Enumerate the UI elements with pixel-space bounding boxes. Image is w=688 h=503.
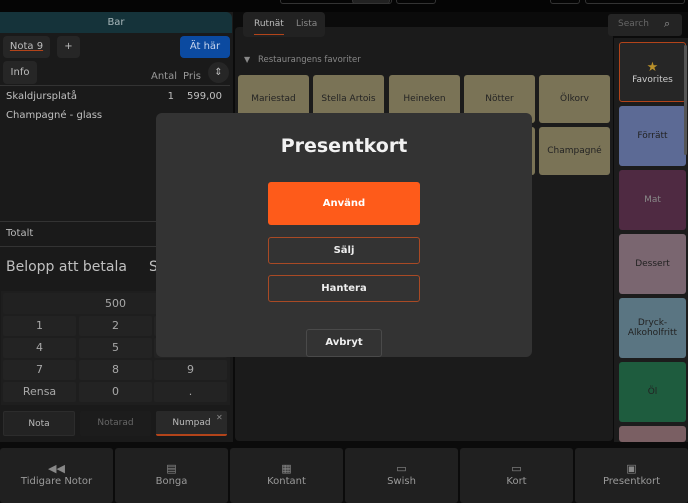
nota-tab[interactable]: Nota 9 — [3, 36, 50, 58]
total-label: Totalt — [6, 228, 34, 239]
receipt-icon: ▤ — [166, 462, 177, 475]
qty-header: Antal — [151, 71, 178, 82]
numpad-key[interactable]: . — [154, 382, 227, 402]
numpad-key[interactable]: 0 — [79, 382, 152, 402]
divider — [0, 85, 230, 86]
bottom-button-presentkort[interactable]: ▣ Presentkort — [575, 448, 688, 503]
item-name: Champagné - glass — [6, 110, 103, 121]
category-ol[interactable]: Öl — [619, 362, 686, 422]
tab-list[interactable]: Lista — [296, 19, 317, 29]
numpad-key[interactable]: Rensa — [3, 382, 76, 402]
bottom-button-label: Tidigare Notor — [20, 476, 93, 487]
gift-card-icon: ▣ — [626, 462, 637, 475]
category-forratt[interactable]: Förrätt — [619, 106, 686, 166]
category-favorites[interactable]: ★ Favorites — [619, 42, 686, 102]
card-icon: ▭ — [396, 462, 407, 475]
bottom-button-label: Bonga — [155, 476, 188, 487]
category-label: Dryck-Alkoholfritt — [627, 318, 678, 338]
category-label: Öl — [647, 387, 658, 397]
numpad-key[interactable]: 1 — [3, 316, 76, 336]
category-more[interactable] — [619, 426, 686, 442]
sort-toggle-icon[interactable]: ⇕ — [208, 62, 229, 83]
bottom-button-label: Swish — [387, 476, 416, 487]
bottom-button-label: Kort — [506, 476, 527, 487]
dialog-title: Presentkort — [280, 135, 408, 157]
sell-button[interactable]: Sälj — [268, 237, 420, 264]
price-header: Pris — [183, 71, 201, 82]
pin-icon[interactable]: ✕ — [216, 413, 223, 422]
category-mat[interactable]: Mat — [619, 170, 686, 230]
numpad-key[interactable]: 5 — [79, 338, 152, 358]
item-price: 599,00 — [187, 91, 222, 102]
numpad-key[interactable]: 4 — [3, 338, 76, 358]
item-qty: 1 — [167, 91, 174, 102]
category-dryck[interactable]: Dryck-Alkoholfritt — [619, 298, 686, 358]
bottom-button-label: Presentkort — [602, 476, 661, 487]
search-placeholder: Search — [618, 19, 649, 29]
category-label: Mat — [644, 195, 661, 205]
numpad-key[interactable]: 2 — [79, 316, 152, 336]
section-title: Restaurangens favoriter — [258, 55, 361, 65]
tab-grid[interactable]: Rutnät — [254, 19, 284, 35]
bottom-button-tidigare-notor[interactable]: ◀◀ Tidigare Notor — [0, 448, 113, 503]
info-button[interactable]: Info — [3, 61, 37, 84]
table-header: Bar — [0, 12, 232, 33]
scrollbar[interactable] — [684, 45, 687, 155]
use-button[interactable]: Använd — [268, 182, 420, 225]
card-icon: ▭ — [511, 462, 522, 475]
bottom-button-swish[interactable]: ▭ Swish — [345, 448, 458, 503]
amount-label: Belopp att betala — [6, 259, 127, 275]
numpad-key[interactable]: 8 — [79, 360, 152, 380]
top-bar — [0, 0, 688, 12]
product-tile[interactable]: Champagné — [539, 127, 610, 175]
numpad-key[interactable]: 9 — [154, 360, 227, 380]
bottom-button-kort[interactable]: ▭ Kort — [460, 448, 573, 503]
category-dessert[interactable]: Dessert — [619, 234, 686, 294]
add-nota-button[interactable]: + — [57, 36, 80, 58]
tab-nota[interactable]: Nota — [3, 411, 75, 436]
search-input[interactable]: Search ⌕ — [608, 14, 682, 36]
order-line[interactable]: Skaldjursplatå 1 599,00 — [6, 91, 222, 107]
collapse-triangle-icon[interactable]: ▼ — [244, 55, 250, 64]
item-name: Skaldjursplatå — [6, 91, 77, 102]
manage-button[interactable]: Hantera — [268, 275, 420, 302]
product-tile[interactable]: Ölkorv — [539, 75, 610, 123]
gift-card-dialog: Presentkort Använd Sälj Hantera Avbryt — [156, 113, 532, 357]
rewind-icon: ◀◀ — [48, 462, 65, 475]
cash-icon: ▦ — [281, 462, 292, 475]
eat-here-button[interactable]: Ät här — [180, 36, 230, 58]
tab-notarad[interactable]: Notarad — [80, 411, 151, 436]
numpad-key[interactable]: 7 — [3, 360, 76, 380]
star-icon: ★ — [646, 59, 659, 75]
cancel-button[interactable]: Avbryt — [306, 329, 382, 357]
category-label: Förrätt — [637, 131, 668, 141]
bottom-button-bonga[interactable]: ▤ Bonga — [115, 448, 228, 503]
bottom-button-kontant[interactable]: ▦ Kontant — [230, 448, 343, 503]
category-label: Favorites — [632, 74, 673, 85]
search-icon[interactable]: ⌕ — [664, 17, 670, 31]
category-label: Dessert — [635, 259, 670, 269]
bottom-button-label: Kontant — [267, 476, 306, 487]
